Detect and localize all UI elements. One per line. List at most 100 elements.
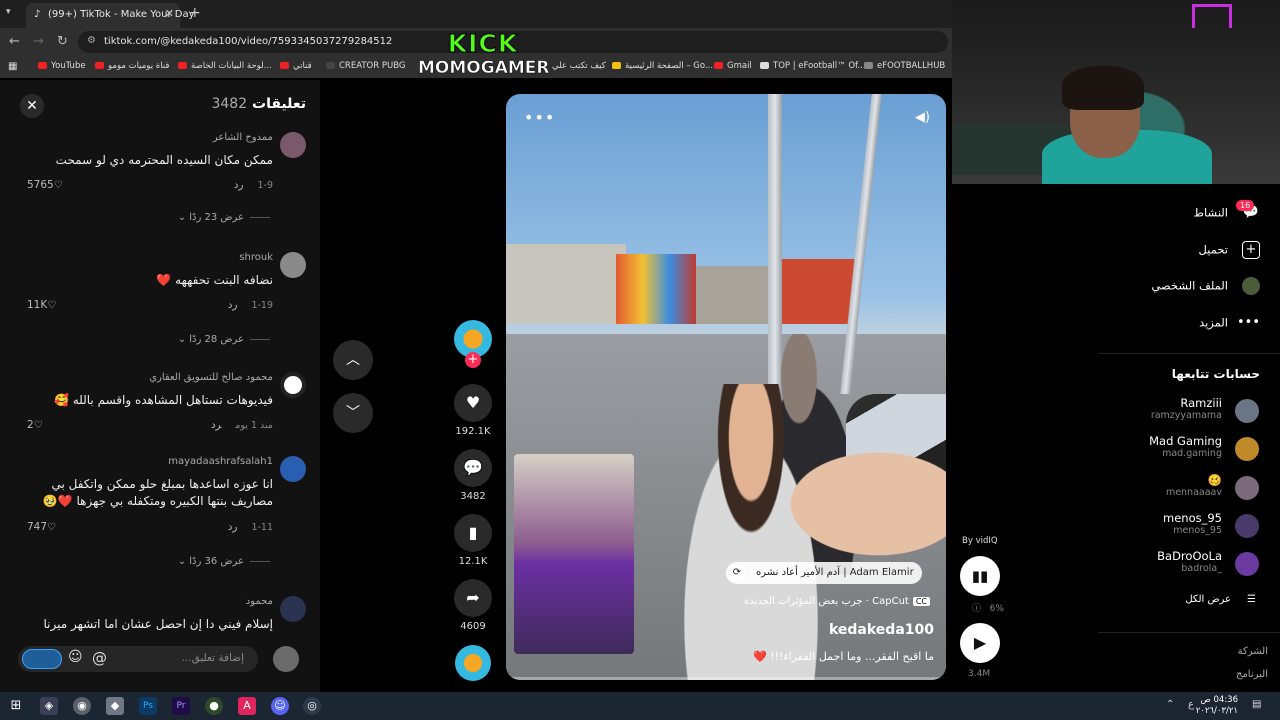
vidiq-label: By vidIQ — [962, 536, 998, 546]
avatar[interactable] — [1235, 399, 1259, 423]
new-tab-icon[interactable]: + — [189, 5, 201, 21]
like-button[interactable]: ♥ 192.1K — [454, 384, 492, 437]
avatar[interactable] — [1235, 514, 1259, 538]
video-author[interactable]: kedakeda100 — [829, 622, 934, 638]
comment-username[interactable]: mayadaashrafsalah1 — [168, 456, 273, 467]
avatar[interactable] — [280, 132, 306, 158]
avatar[interactable] — [280, 596, 306, 622]
repost-icon: ⟳ — [729, 565, 745, 581]
bookmark-efootball[interactable]: TOP | eFootball™ Of... — [760, 61, 866, 71]
comment-like-button[interactable]: 747♡ — [27, 521, 56, 533]
avatar[interactable] — [280, 456, 306, 482]
app-icon[interactable]: ● — [205, 697, 223, 715]
windows-start-icon[interactable]: ⊞ — [7, 697, 25, 715]
video-progress-bar[interactable] — [506, 677, 946, 680]
previous-video-button[interactable]: ︿ — [333, 340, 373, 380]
notification-icon[interactable]: ▤ — [1252, 699, 1261, 710]
followed-account[interactable]: 🥴 mennaaaav — [1022, 473, 1222, 498]
chrome-icon[interactable]: ◎ — [303, 697, 321, 715]
avatar[interactable] — [280, 252, 306, 278]
site-info-icon[interactable]: ⚙ — [87, 35, 96, 46]
apps-grid-icon[interactable]: ▦ — [8, 61, 17, 72]
volume-icon[interactable]: ◀) — [915, 110, 930, 125]
comment-username[interactable]: shrouk — [239, 252, 273, 263]
follow-plus-icon[interactable]: + — [465, 352, 481, 368]
app-icon[interactable]: A — [238, 697, 256, 715]
repost-label[interactable]: Adam Elamir | آدم الأمير أعاد نشره ⟳ — [726, 562, 922, 584]
bookmark-how-to-write[interactable]: كيف تكتب علي — [552, 61, 606, 71]
mention-icon[interactable]: @ — [92, 649, 107, 667]
followed-account[interactable]: menos_95 menos_95 — [1022, 511, 1222, 536]
language-indicator[interactable]: ع — [1188, 699, 1194, 710]
comment-count: 3482 — [460, 491, 486, 502]
browser-tab[interactable]: ♪ (99+) TikTok - Make Your Day ✕ — [26, 3, 195, 28]
avatar[interactable] — [280, 372, 306, 398]
photoshop-icon[interactable]: Ps — [139, 697, 157, 715]
bookmark-my-channel[interactable]: قناتي — [280, 61, 312, 71]
comment-meta: 1-11رد — [227, 521, 273, 533]
emoji-icon[interactable]: ☺ — [68, 649, 83, 665]
app-icon[interactable]: ◆ — [106, 697, 124, 715]
back-icon[interactable]: ← — [9, 34, 20, 49]
avatar[interactable] — [1235, 437, 1259, 461]
more-options-icon[interactable]: ••• — [524, 108, 555, 127]
next-video-button[interactable]: ﹀ — [333, 393, 373, 433]
followed-account[interactable]: Mad Gaming mad.gaming — [1022, 434, 1222, 459]
comment-username[interactable]: ممدوح الشاعر — [213, 132, 273, 143]
forward-icon[interactable]: → — [33, 34, 44, 49]
browser-tab-bar: ▾ ♪ (99+) TikTok - Make Your Day ✕ + — [0, 0, 952, 28]
followed-account[interactable]: Ramziii ramzyyamama — [1022, 396, 1222, 421]
tray-chevron-icon[interactable]: ⌃ — [1166, 699, 1174, 710]
nav-more[interactable]: •••المزيد — [1199, 314, 1260, 332]
bookmark-creator-pubg[interactable]: CREATOR PUBG — [326, 61, 405, 71]
close-tab-icon[interactable]: ✕ — [165, 7, 174, 20]
user-avatar[interactable] — [273, 646, 299, 672]
video-scene — [506, 244, 626, 324]
reply-button[interactable]: رد — [228, 299, 238, 311]
bookmark-youtube[interactable]: YouTube — [38, 61, 86, 71]
view-replies-button[interactable]: عرض 36 ردًا ⌄ — [178, 556, 270, 567]
avatar[interactable] — [1235, 476, 1259, 500]
premiere-icon[interactable]: Pr — [172, 697, 190, 715]
reply-button[interactable]: رد — [211, 419, 221, 431]
comment-like-button[interactable]: 11K♡ — [27, 299, 56, 311]
tab-search-icon[interactable]: ▾ — [6, 7, 11, 17]
view-replies-button[interactable]: عرض 28 ردًا ⌄ — [178, 334, 270, 345]
bookmark-google-home[interactable]: الصفحة الرئيسية – Go... — [612, 61, 713, 71]
discord-icon[interactable]: ☺ — [271, 697, 289, 715]
reload-icon[interactable]: ↻ — [57, 34, 68, 49]
effect-label[interactable]: CCCapCut · جرب بعض المؤثرات الجديدة — [744, 596, 930, 607]
comment-username[interactable]: محمود — [246, 596, 273, 607]
bookmark-efootballhub[interactable]: eFOOTBALLHUB — [864, 61, 945, 71]
view-replies-button[interactable]: عرض 23 ردًا ⌄ — [178, 212, 270, 223]
save-button[interactable]: ▮ 12.1K — [454, 514, 492, 567]
bookmark-momo-channel[interactable]: قناة يوميات مومو — [95, 61, 169, 71]
avatar[interactable] — [1235, 552, 1259, 576]
bookmark-dashboard[interactable]: لوحة البيانات الخاصة... — [178, 61, 272, 71]
clock[interactable]: 04:36 ص ٢٠٢٦/٠٣/٢١ — [1196, 695, 1238, 717]
close-comments-button[interactable]: ✕ — [20, 94, 44, 118]
comment-input[interactable]: إضافة تعليق... @ ☺ — [18, 646, 258, 672]
footer-company-link[interactable]: الشركة — [1238, 646, 1268, 657]
extension-toggle-icon[interactable] — [22, 649, 62, 669]
nav-upload[interactable]: +تحميل — [1199, 241, 1260, 259]
nav-profile[interactable]: الملف الشخصي — [1151, 277, 1260, 295]
bookmark-gmail[interactable]: Gmail — [714, 61, 752, 71]
footer-program-link[interactable]: البرنامج — [1236, 669, 1268, 680]
reply-button[interactable]: رد — [228, 521, 238, 533]
reply-button[interactable]: رد — [234, 179, 244, 191]
followed-account[interactable]: BaDroOoLa badrola_ — [1022, 549, 1222, 574]
music-disc-icon[interactable] — [455, 645, 491, 681]
see-all-button[interactable]: ☰عرض الكل — [1185, 594, 1256, 605]
comment-button[interactable]: 💬 3482 — [454, 449, 492, 502]
comment-like-button[interactable]: 2♡ — [27, 419, 43, 431]
obs-icon[interactable]: ◉ — [73, 697, 91, 715]
comment-like-button[interactable]: 5765♡ — [27, 179, 63, 191]
play-button[interactable]: ▶ — [960, 623, 1000, 663]
vidiq-stats-button[interactable]: ▮▮ — [960, 556, 1000, 596]
comment-username[interactable]: محمود صالح للتسويق العقاري — [149, 372, 273, 383]
video-player[interactable]: ••• ◀) Adam Elamir | آدم الأمير أعاد نشر… — [506, 94, 946, 680]
app-icon[interactable]: ◈ — [40, 697, 58, 715]
share-button[interactable]: ➦ 4609 — [454, 579, 492, 632]
url-text[interactable]: tiktok.com/@kedakeda100/video/7593345037… — [104, 36, 392, 47]
